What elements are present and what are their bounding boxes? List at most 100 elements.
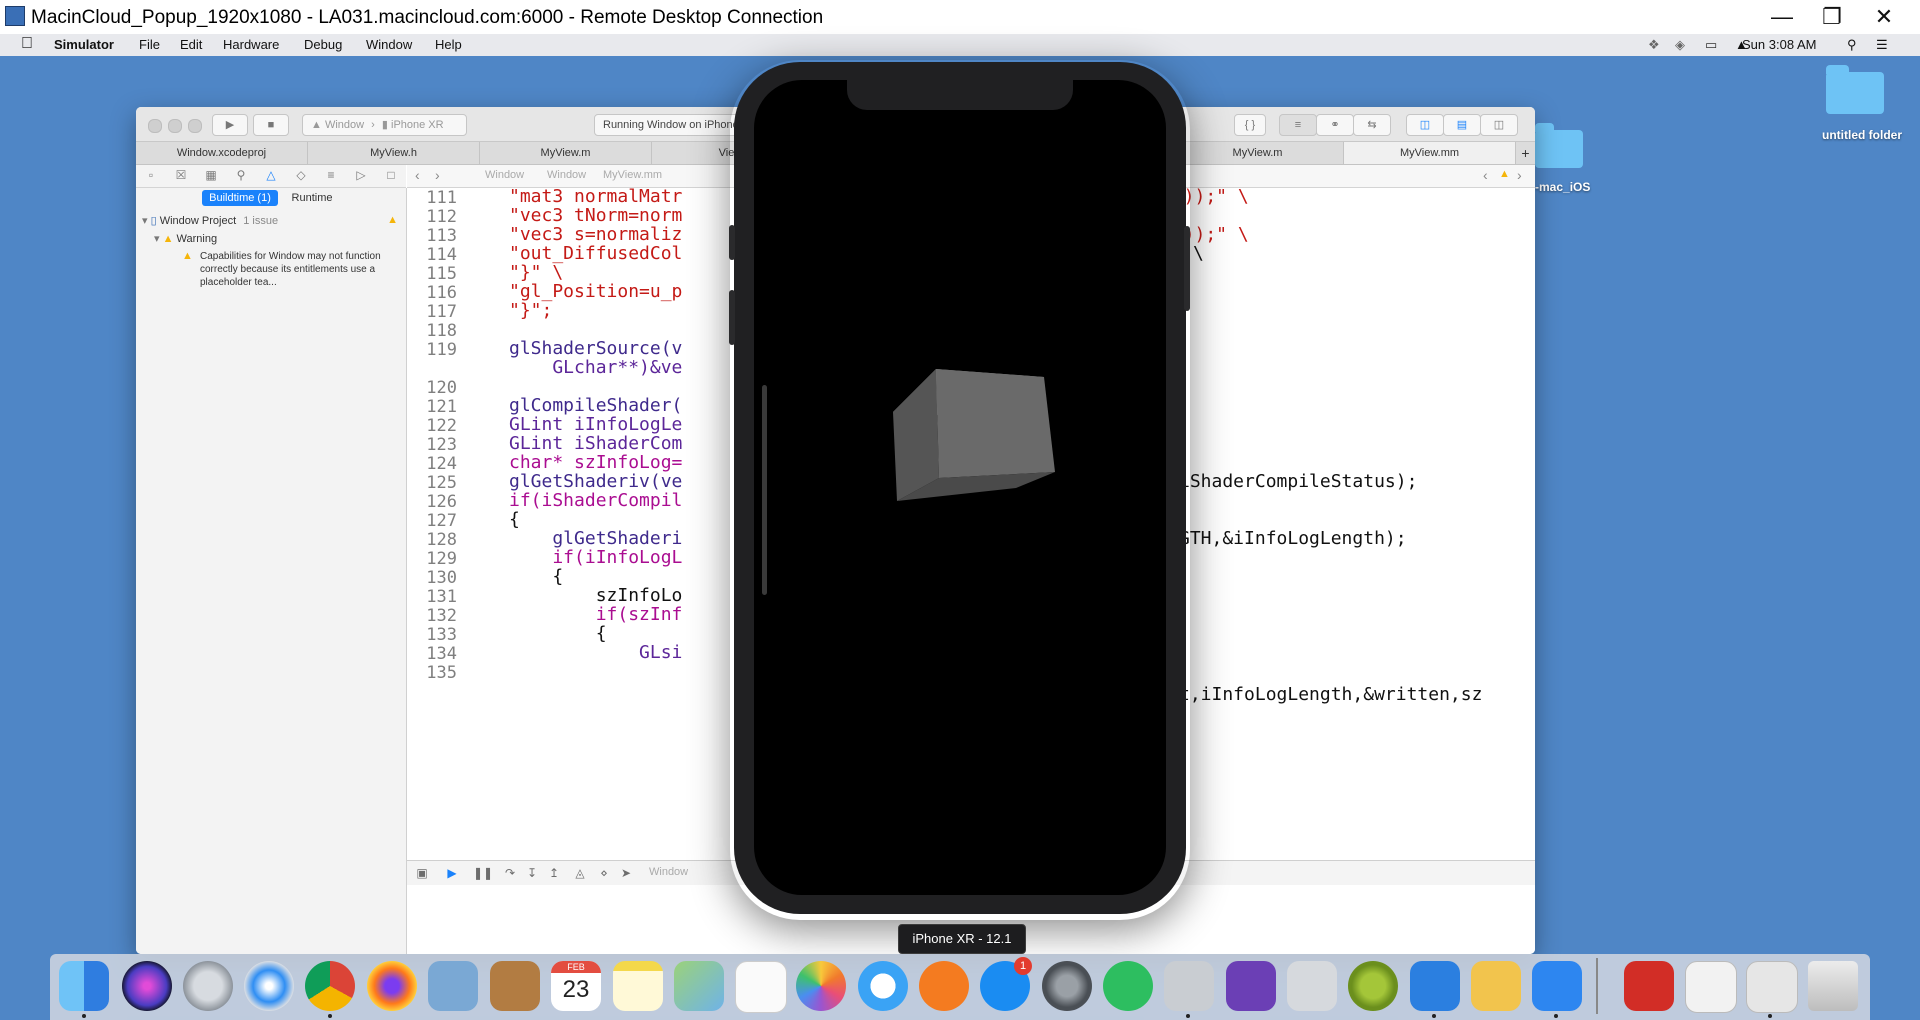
pause-icon[interactable]: ❚❚ xyxy=(473,866,493,880)
airplay-icon[interactable]: ▭ xyxy=(1705,37,1717,53)
contacts-icon[interactable] xyxy=(490,961,540,1011)
source-control-navigator-icon[interactable]: ☒ xyxy=(174,169,188,181)
toggle-navigator-button[interactable]: ◫ xyxy=(1406,114,1444,136)
zip-file-icon[interactable] xyxy=(1685,961,1737,1013)
jump-bar-file[interactable]: MyView.mm xyxy=(603,169,662,181)
menu-window[interactable]: Window xyxy=(366,37,412,52)
maps-icon[interactable] xyxy=(674,961,724,1011)
assistant-editor-button[interactable]: ⚭ xyxy=(1316,114,1354,136)
jump-bar-group[interactable]: Window xyxy=(547,169,586,181)
safari-icon[interactable] xyxy=(244,961,294,1011)
project-navigator-icon[interactable]: ▫ xyxy=(144,169,158,181)
menubar-clock[interactable]: Sun 3:08 AM xyxy=(1742,37,1816,52)
buildtime-filter-button[interactable]: Buildtime (1) xyxy=(202,190,278,206)
breakpoints-toggle-icon[interactable]: ▶ xyxy=(445,866,459,880)
find-navigator-icon[interactable]: ⚲ xyxy=(234,169,248,181)
step-into-icon[interactable]: ↧ xyxy=(525,866,539,880)
firefox-icon[interactable] xyxy=(367,961,417,1011)
stop-button[interactable]: ■ xyxy=(253,114,289,136)
menu-file[interactable]: File xyxy=(139,37,160,52)
issue-navigator-icon[interactable]: △ xyxy=(264,169,278,181)
project-issue-row[interactable]: ▾ ▯ Window Project 1 issue ▲ xyxy=(142,214,402,230)
system-preferences-icon[interactable] xyxy=(1042,961,1092,1011)
window-close-button[interactable] xyxy=(148,119,162,133)
jump-bar-project[interactable]: Window xyxy=(485,169,524,181)
trash-icon[interactable] xyxy=(1808,961,1858,1011)
standard-editor-button[interactable]: ≡ xyxy=(1279,114,1317,136)
debug-path[interactable]: Window xyxy=(649,866,688,878)
notes-icon[interactable] xyxy=(613,961,663,1011)
menu-simulator[interactable]: Simulator xyxy=(54,37,114,52)
xcode-icon[interactable] xyxy=(1410,961,1460,1011)
reminders-icon[interactable] xyxy=(735,961,787,1013)
spotlight-search-icon[interactable]: ⚲ xyxy=(1847,37,1857,53)
add-tab-button[interactable]: + xyxy=(1516,142,1535,164)
close-button[interactable]: ✕ xyxy=(1864,2,1904,32)
dropbox-icon[interactable]: ❖ xyxy=(1648,37,1660,53)
memory-graph-icon[interactable]: ⋄ xyxy=(597,866,611,880)
step-over-icon[interactable]: ↷ xyxy=(503,866,517,880)
acrobat-icon[interactable] xyxy=(1624,961,1674,1011)
report-navigator-icon[interactable]: □ xyxy=(384,169,398,181)
tab-myview-m[interactable]: MyView.m xyxy=(480,142,652,164)
step-out-icon[interactable]: ↥ xyxy=(547,866,561,880)
library-button[interactable]: { } xyxy=(1234,114,1266,136)
minimize-button[interactable]: — xyxy=(1762,2,1802,32)
utilities-icon[interactable] xyxy=(1471,961,1521,1011)
textedit-icon[interactable] xyxy=(1287,961,1337,1011)
app-store-icon[interactable]: 1 xyxy=(980,957,1032,1011)
tab-myview-m-2[interactable]: MyView.m xyxy=(1172,142,1344,164)
visual-studio-icon[interactable] xyxy=(1226,961,1276,1011)
warning-icon[interactable]: ▲ xyxy=(1499,168,1510,180)
test-navigator-icon[interactable]: ◇ xyxy=(294,169,308,181)
run-button[interactable]: ▶ xyxy=(212,114,248,136)
runtime-filter-button[interactable]: Runtime xyxy=(282,190,342,206)
calendar-icon[interactable]: FEB 23 xyxy=(551,961,601,1011)
window-minimize-button[interactable] xyxy=(168,119,182,133)
back-arrow-icon[interactable]: ‹ xyxy=(415,167,420,183)
tab-window-xcodeproj[interactable]: Window.xcodeproj xyxy=(136,142,308,164)
notification-center-icon[interactable]: ☰ xyxy=(1876,37,1888,53)
view-hierarchy-icon[interactable]: ◬ xyxy=(573,866,587,880)
disclosure-triangle-icon[interactable]: ▾ xyxy=(142,215,148,227)
debug-navigator-icon[interactable]: ≡ xyxy=(324,169,338,181)
menu-debug[interactable]: Debug xyxy=(304,37,342,52)
archive-utility-icon[interactable] xyxy=(1746,961,1798,1013)
toggle-debug-area-button[interactable]: ▤ xyxy=(1443,114,1481,136)
restore-button[interactable]: ❐ xyxy=(1812,2,1852,32)
symbol-navigator-icon[interactable]: ▦ xyxy=(204,169,218,181)
previous-issue-icon[interactable]: ‹ xyxy=(1483,167,1488,183)
chrome-icon[interactable] xyxy=(305,961,355,1011)
apple-menu-icon[interactable]:  xyxy=(21,35,33,53)
desktop-folder-untitled[interactable]: untitled folder xyxy=(1812,60,1912,150)
simulator-icon[interactable] xyxy=(1532,961,1582,1011)
simulator-screen[interactable] xyxy=(754,80,1166,895)
tab-myview-mm[interactable]: MyView.mm xyxy=(1344,142,1516,164)
warning-message[interactable]: Capabilities for Window may not function… xyxy=(200,250,396,289)
volume-up-button[interactable] xyxy=(729,290,735,345)
messages-icon[interactable] xyxy=(858,961,908,1011)
launchpad-icon[interactable] xyxy=(183,961,233,1011)
breakpoint-navigator-icon[interactable]: ▷ xyxy=(354,169,368,181)
scheme-selector[interactable]: ▲ Window › ▮ iPhone XR xyxy=(302,114,467,136)
forward-arrow-icon[interactable]: › xyxy=(435,167,440,183)
android-studio-icon[interactable] xyxy=(1348,961,1398,1011)
menu-edit[interactable]: Edit xyxy=(180,37,202,52)
hide-debug-area-icon[interactable]: ▣ xyxy=(415,866,429,880)
side-button[interactable] xyxy=(1184,226,1190,311)
evernote-icon[interactable] xyxy=(1103,961,1153,1011)
menu-hardware[interactable]: Hardware xyxy=(223,37,279,52)
tab-myview-h[interactable]: MyView.h xyxy=(308,142,480,164)
mute-switch[interactable] xyxy=(729,225,735,260)
version-editor-button[interactable]: ⇆ xyxy=(1353,114,1391,136)
disclosure-triangle-icon[interactable]: ▾ xyxy=(154,233,160,245)
next-issue-icon[interactable]: › xyxy=(1517,167,1522,183)
books-icon[interactable] xyxy=(919,961,969,1011)
wifi-icon[interactable]: ◈ xyxy=(1675,37,1685,53)
instruments-icon[interactable] xyxy=(1164,961,1214,1011)
location-icon[interactable]: ➤ xyxy=(619,866,633,880)
photos-icon[interactable] xyxy=(796,961,846,1011)
finder-icon[interactable] xyxy=(59,961,109,1011)
toggle-inspector-button[interactable]: ◫ xyxy=(1480,114,1518,136)
window-zoom-button[interactable] xyxy=(188,119,202,133)
